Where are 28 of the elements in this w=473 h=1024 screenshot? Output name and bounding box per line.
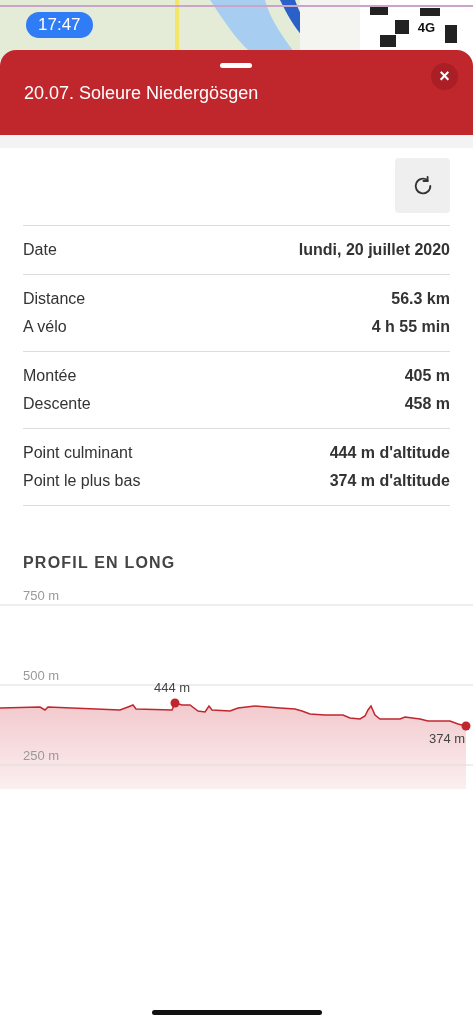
row-value: 4 h 55 min: [371, 317, 450, 336]
row-label: A vélo: [23, 317, 67, 336]
row-label: Point culminant: [23, 443, 133, 462]
marker-dot: [461, 721, 471, 731]
network-label: 4G: [417, 20, 435, 35]
row-label: Descente: [23, 394, 91, 413]
marker-label: 444 m: [154, 680, 191, 695]
axis-label: 500 m: [23, 668, 60, 683]
marker-dot: [170, 698, 180, 708]
row-label: Point le plus bas: [23, 471, 141, 490]
status-time: 17:47: [26, 12, 93, 38]
row-value: 56.3 km: [391, 289, 450, 308]
row-value: 405 m: [404, 366, 450, 385]
row-label: Date: [23, 240, 57, 259]
row-value: 374 m d'altitude: [329, 471, 450, 490]
row-value: 458 m: [404, 394, 450, 413]
section-heading: PROFIL EN LONG: [23, 554, 177, 572]
axis-label: 250 m: [23, 748, 60, 763]
sheet-title: 20.07. Soleure Niedergösgen: [24, 83, 259, 104]
row-value: 444 m d'altitude: [329, 443, 450, 462]
axis-label: 750 m: [23, 588, 60, 603]
drag-handle[interactable]: [220, 63, 252, 68]
refresh-button[interactable]: [395, 158, 450, 213]
row-label: Montée: [23, 366, 77, 385]
row-label: Distance: [23, 289, 86, 308]
marker-label: 374 m: [429, 731, 466, 746]
row-value: lundi, 20 juillet 2020: [298, 240, 450, 259]
close-button[interactable]: ×: [431, 63, 458, 90]
